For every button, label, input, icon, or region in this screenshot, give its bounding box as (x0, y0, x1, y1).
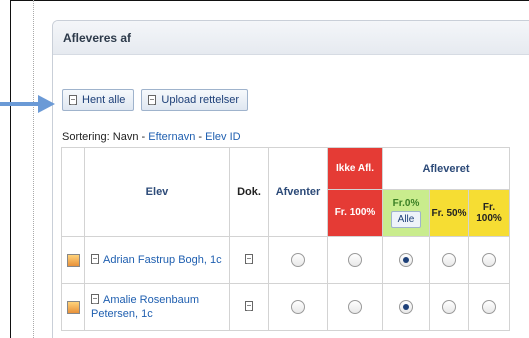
fr100-cell (468, 283, 510, 331)
col-fr100-header: Fr. 100% (468, 189, 510, 237)
sort-by-id[interactable]: Elev ID (205, 131, 240, 143)
col-afventer-header: Afventer (268, 147, 328, 237)
radio-afventer[interactable] (291, 300, 305, 314)
student-name[interactable]: Amalie Rosenbaum Petersen, 1c (91, 294, 199, 320)
col-ikke-bottom: Fr. 100% (327, 189, 383, 237)
afventer-cell (268, 236, 328, 284)
student-name[interactable]: Adrian Fastrup Bogh, 1c (103, 254, 222, 266)
student-name-cell[interactable]: Adrian Fastrup Bogh, 1c (84, 236, 230, 284)
document-icon (91, 254, 99, 264)
fr100-cell (468, 236, 510, 284)
action-buttons: Hent alle Upload rettelser (62, 89, 249, 111)
document-icon (69, 95, 77, 105)
radio-fr0[interactable] (399, 300, 413, 314)
sort-separator: - (195, 131, 206, 143)
fetch-all-button[interactable]: Hent alle (62, 89, 135, 111)
fr0-cell (382, 283, 430, 331)
col-ikke-top: Ikke Afl. (327, 147, 383, 190)
student-name-cell[interactable]: Amalie Rosenbaum Petersen, 1c (84, 283, 230, 331)
pointer-arrow-icon (0, 95, 55, 113)
radio-fr0[interactable] (399, 253, 413, 267)
avatar-cell (61, 283, 85, 331)
col-fr0-header: Fr.0% Alle (382, 189, 430, 237)
fr0-label: Fr.0% (392, 198, 420, 209)
radio-fr50[interactable] (442, 300, 456, 314)
upload-label: Upload rettelser (161, 94, 240, 106)
col-elev-header[interactable]: Elev (84, 147, 230, 237)
sort-separator: - (138, 131, 149, 143)
panel-title: Afleveres af (53, 21, 529, 55)
avatar-icon (66, 253, 80, 267)
document-icon (148, 95, 157, 105)
fr0-cell (382, 236, 430, 284)
table-row: Adrian Fastrup Bogh, 1c (61, 236, 510, 284)
document-icon[interactable] (245, 300, 253, 311)
col-dok-header: Dok. (229, 147, 269, 237)
group-afleveret-header: Afleveret (382, 147, 510, 190)
dok-cell (229, 236, 269, 284)
sort-prefix: Sortering: (62, 131, 110, 143)
avatar-icon (66, 300, 80, 314)
fr50-cell (429, 283, 469, 331)
ikke-cell (327, 283, 383, 331)
image-column-header (61, 147, 85, 237)
sort-by-lastname[interactable]: Efternavn (148, 131, 195, 143)
select-all-button[interactable]: Alle (390, 211, 422, 228)
dok-cell (229, 283, 269, 331)
ikke-cell (327, 236, 383, 284)
upload-corrections-button[interactable]: Upload rettelser (141, 89, 249, 111)
fetch-all-label: Hent alle (82, 94, 126, 106)
avatar-cell (61, 236, 85, 284)
radio-fr100[interactable] (482, 253, 496, 267)
radio-ikke[interactable] (348, 253, 362, 267)
radio-ikke[interactable] (348, 300, 362, 314)
fr50-cell (429, 236, 469, 284)
radio-fr100[interactable] (482, 300, 496, 314)
afventer-cell (268, 283, 328, 331)
document-icon (91, 294, 99, 304)
guide-line (33, 0, 34, 338)
sort-links: Sortering: Navn - Efternavn - Elev ID (62, 131, 241, 143)
radio-afventer[interactable] (291, 253, 305, 267)
table-row: Amalie Rosenbaum Petersen, 1c (61, 283, 510, 331)
sort-by-name[interactable]: Navn (113, 131, 139, 143)
radio-fr50[interactable] (442, 253, 456, 267)
document-icon[interactable] (245, 253, 253, 264)
students-table: Elev Dok. Afventer Ikke Afl. Afleveret F… (61, 147, 510, 331)
col-fr50-header: Fr. 50% (429, 189, 469, 237)
